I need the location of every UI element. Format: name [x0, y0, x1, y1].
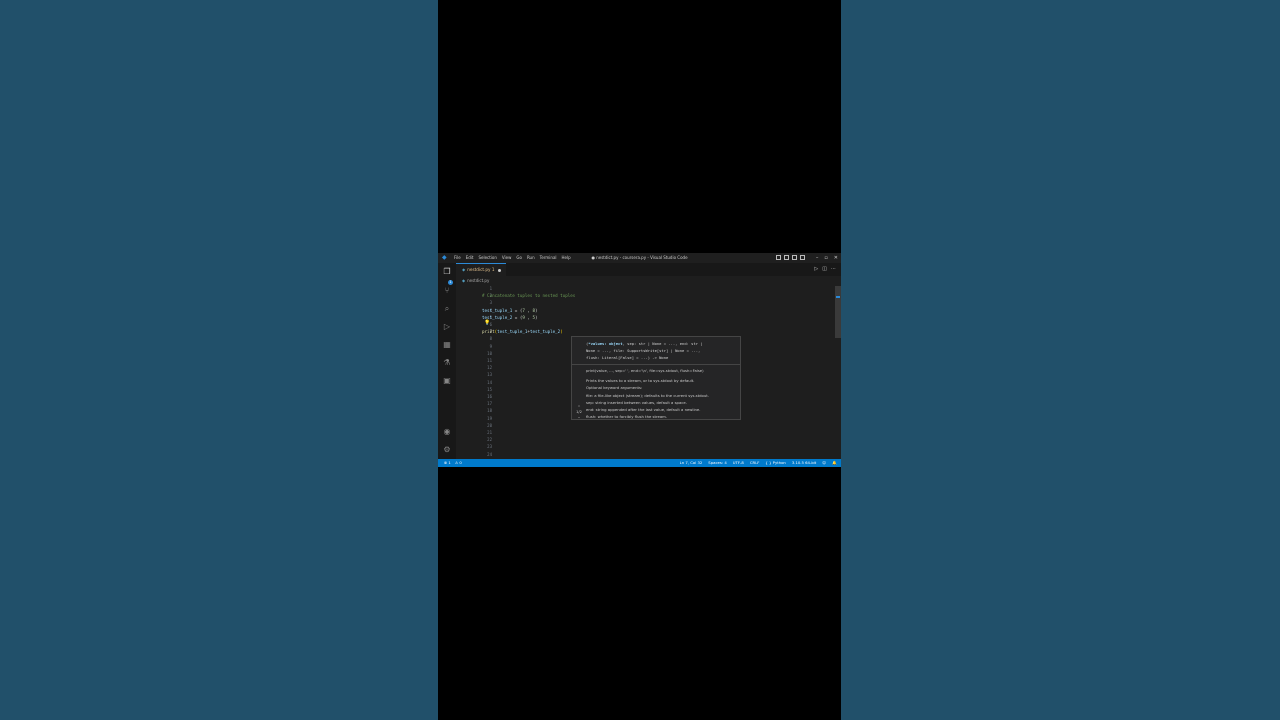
signature-help-popup: (*values: object, sep: str | None = ...,… [571, 336, 741, 420]
python-interpreter[interactable]: 3.10.5 64-bit [792, 459, 816, 467]
line-number: 8 [489, 336, 492, 342]
doc-line: Optional keyword arguments: [586, 385, 643, 391]
scrollbar-slider[interactable] [835, 286, 841, 338]
code-line-4: test_tuple_1 = (7 , 8) [482, 307, 538, 313]
language-mode[interactable]: { } Python [765, 459, 785, 467]
code-line-7: print(test_tuple_1+test_tuple_2) [482, 329, 563, 335]
explorer-badge: 1 [448, 280, 453, 285]
remote-explorer-icon[interactable]: ▣ [442, 376, 452, 386]
line-number: 16 [487, 394, 492, 399]
breadcrumb[interactable]: ◆ nestdict.py [462, 278, 489, 283]
explorer-icon[interactable]: ❐ [442, 267, 452, 277]
chevron-down-icon[interactable]: ⌄ [574, 415, 584, 420]
tab-problem-count: 1 [491, 267, 495, 272]
more-actions-icon[interactable]: ⋯ [831, 265, 836, 274]
status-bar: ⊗ 1 ⚠ 0 Ln 7, Col 32 Spaces: 4 UTF-8 CRL… [438, 459, 841, 467]
line-number: 20 [487, 422, 492, 428]
testing-icon[interactable]: ⚗ [442, 358, 452, 368]
notifications-bell-icon[interactable]: 🔔 [832, 459, 837, 467]
tab-label: nestdict.py [467, 267, 491, 272]
vscode-window: ◆ File Edit Selection View Go Run Termin… [438, 253, 841, 467]
doc-line: sep: string inserted between values, def… [586, 399, 687, 405]
toggle-panel-icon[interactable] [784, 255, 789, 260]
encoding[interactable]: UTF-8 [733, 459, 744, 467]
python-file-icon: ◆ [462, 278, 466, 283]
line-endings[interactable]: CRLF [750, 459, 760, 467]
feedback-icon[interactable]: ☺ [822, 459, 826, 467]
status-right: Ln 7, Col 32 Spaces: 4 UTF-8 CRLF { } Py… [680, 459, 837, 467]
line-number: 3 [489, 300, 492, 306]
extensions-icon[interactable]: ▦ [442, 340, 452, 350]
line-number: 18 [487, 408, 492, 414]
run-python-file-icon[interactable]: ▷ [814, 265, 818, 274]
unsaved-dot-icon[interactable] [498, 269, 501, 272]
cursor-position[interactable]: Ln 7, Col 32 [680, 459, 703, 467]
line-number: 11 [487, 358, 492, 363]
source-control-icon[interactable]: ⑂ [442, 286, 452, 296]
code-line-2: # Concatenate tuples to nested tuples [482, 293, 576, 299]
indentation[interactable]: Spaces: 4 [708, 459, 726, 467]
tab-bar: ◆ nestdict.py 1 ▷ ◫ ⋯ [456, 263, 841, 276]
tab-nestdict[interactable]: ◆ nestdict.py 1 [456, 263, 506, 276]
activity-bar: ❐ 1 ⑂ ⌕ ▷ ▦ ⚗ ▣ ◉ ⚙ [438, 263, 456, 459]
run-debug-icon[interactable]: ▷ [442, 322, 452, 332]
popup-divider [572, 364, 741, 365]
line-number: 23 [487, 444, 492, 450]
function-signature: (*values: object, sep: str | None = ...,… [586, 341, 703, 360]
line-number: 14 [487, 379, 492, 385]
line-number: 17 [487, 401, 492, 407]
maximize-button[interactable]: ▫ [824, 255, 827, 261]
close-button[interactable]: ✕ [834, 255, 838, 261]
search-icon[interactable]: ⌕ [442, 304, 452, 314]
editor-actions: ▷ ◫ ⋯ [814, 265, 836, 274]
minimize-button[interactable]: – [816, 255, 819, 261]
account-icon[interactable]: ◉ [442, 427, 452, 437]
line-number: 19 [487, 415, 492, 421]
doc-line: file: a file-like object (stream); defau… [586, 392, 709, 398]
title-bar: ◆ File Edit Selection View Go Run Termin… [438, 253, 841, 263]
code-line-5: test_tuple_2 = (9 , 5) [482, 314, 538, 320]
doc-line: end: string appended after the last valu… [586, 407, 701, 413]
line-number: 10 [487, 350, 492, 356]
function-docs: print(value, ..., sep=' ', end='\n', fil… [586, 367, 738, 420]
line-number: 9 [489, 343, 492, 349]
line-number: 15 [487, 386, 492, 392]
doc-line: Prints the values to a stream, or to sys… [586, 378, 695, 384]
line-number: 1 [489, 286, 492, 291]
status-left: ⊗ 1 ⚠ 0 [444, 459, 462, 467]
overview-ruler-marker [836, 296, 840, 298]
lightbulb-icon[interactable]: 💡 [484, 320, 490, 326]
line-number: 22 [487, 437, 492, 443]
overload-navigator: ^ 1/2 ⌄ [574, 405, 584, 420]
gear-icon[interactable]: ⚙ [442, 445, 452, 455]
doc-line: flush: whether to forcibly flush the str… [586, 414, 668, 420]
breadcrumb-file[interactable]: nestdict.py [467, 278, 489, 283]
blurred-background-right [841, 0, 1280, 720]
toggle-secondary-sidebar-icon[interactable] [792, 255, 797, 260]
blurred-background-left [0, 0, 438, 720]
line-number: 24 [487, 451, 492, 457]
problems-warnings[interactable]: ⚠ 0 [455, 459, 462, 467]
problems-errors[interactable]: ⊗ 1 [444, 459, 451, 467]
line-number: 13 [487, 372, 492, 378]
doc-line: print(value, ..., sep=' ', end='\n', fil… [586, 368, 704, 373]
window-controls: – ▫ ✕ [816, 253, 838, 263]
line-number: 12 [487, 365, 492, 371]
split-editor-icon[interactable]: ◫ [822, 265, 827, 274]
python-file-icon: ◆ [462, 267, 466, 272]
customize-layout-icon[interactable] [800, 255, 805, 260]
layout-controls [776, 255, 805, 260]
toggle-sidebar-icon[interactable] [776, 255, 781, 260]
line-number: 21 [487, 430, 492, 435]
